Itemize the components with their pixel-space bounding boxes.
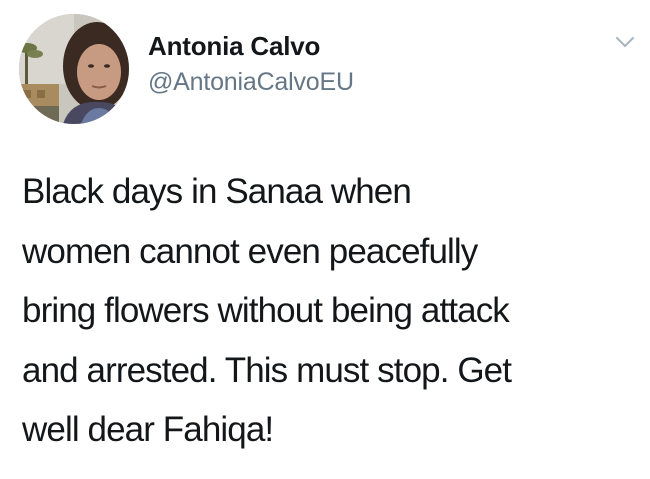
author-display-name[interactable]: Antonia Calvo [148, 31, 354, 61]
author-handle[interactable]: @AntoniaCalvoEU [148, 67, 354, 97]
tweet-text-line: Black days in Sanaa when [22, 172, 412, 211]
tweet-text: Black days in Sanaa when women cannot ev… [22, 162, 642, 460]
tweet-card: Antonia Calvo @AntoniaCalvoEU Black days… [0, 0, 650, 479]
tweet-text-line: well dear Fahiqa! [22, 410, 274, 449]
avatar-photo [19, 14, 129, 124]
tweet-text-line: women cannot even peacefully [22, 231, 478, 271]
tweet-author: Antonia Calvo @AntoniaCalvoEU [148, 31, 354, 97]
author-avatar[interactable] [19, 14, 129, 124]
tweet-text-line: bring flowers without being attack [22, 291, 510, 330]
tweet-menu-button[interactable] [614, 34, 636, 50]
chevron-down-icon [615, 36, 635, 48]
tweet-text-line: and arrested. This must stop. Get [22, 350, 512, 390]
